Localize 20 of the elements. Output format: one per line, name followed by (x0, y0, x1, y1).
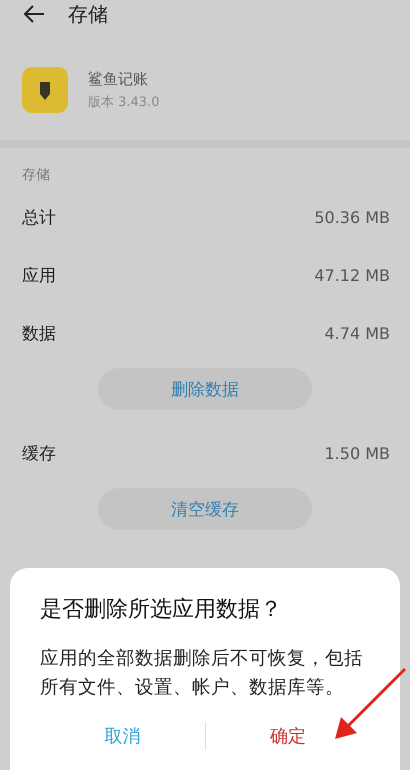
page-title: 存储 (68, 0, 108, 28)
confirm-button[interactable]: 确定 (206, 718, 370, 754)
row-value: 50.36 MB (314, 208, 390, 226)
cancel-button[interactable]: 取消 (40, 718, 204, 754)
action-button[interactable]: 清空缓存 (98, 488, 312, 530)
dialog-title: 是否删除所选应用数据？ (40, 596, 283, 624)
row-value: 47.12 MB (314, 266, 390, 284)
action-button[interactable]: 删除数据 (98, 368, 312, 410)
row-label: 数据 (22, 322, 56, 344)
section-label: 存储 (21, 166, 51, 185)
app-version: 版本 3.43.0 (88, 94, 160, 110)
row-label: 缓存 (22, 442, 56, 464)
row-value: 4.74 MB (324, 324, 390, 342)
back-icon[interactable] (22, 4, 46, 24)
dialog-message: 应用的全部数据删除后不可恢复，包括所有文件、设置、帐户、数据库等。 (40, 647, 364, 700)
app-name: 鲨鱼记账 (88, 70, 149, 88)
row-value: 1.50 MB (324, 444, 390, 462)
app-icon (22, 67, 68, 113)
row-label: 总计 (22, 206, 56, 228)
row-label: 应用 (22, 264, 56, 286)
